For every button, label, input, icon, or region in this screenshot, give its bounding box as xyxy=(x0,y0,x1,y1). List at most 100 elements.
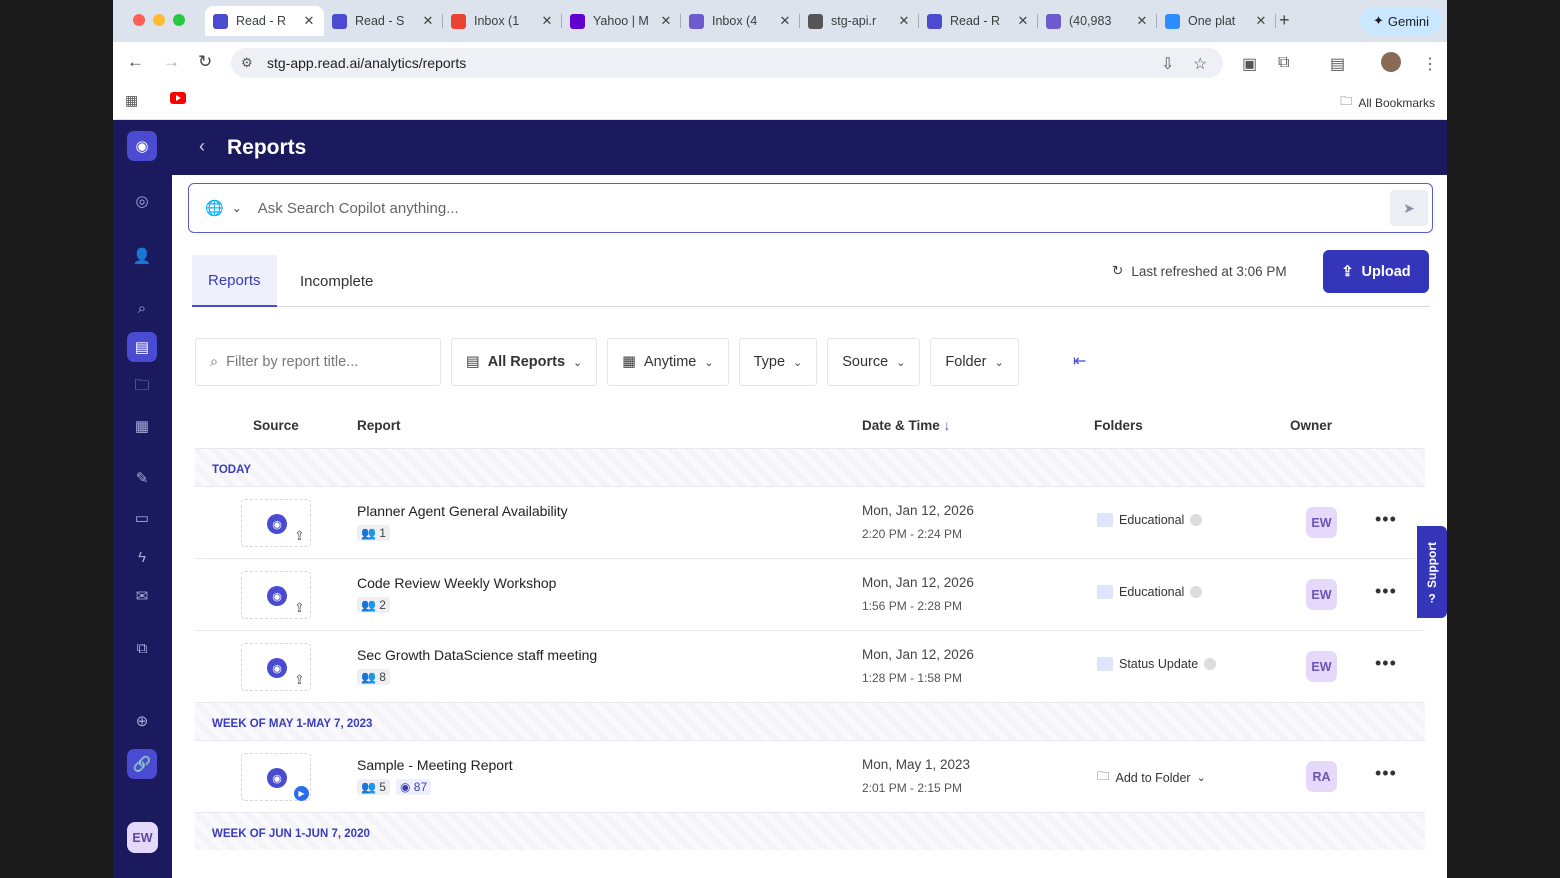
tab-title: Read - S xyxy=(355,14,405,28)
sidebar-chat-icon[interactable]: ▭ xyxy=(127,503,157,533)
close-window-button[interactable] xyxy=(133,14,145,26)
readai-logo-icon[interactable]: ◉ xyxy=(127,131,157,161)
youtube-icon[interactable] xyxy=(170,92,186,104)
copilot-input[interactable] xyxy=(257,199,1432,217)
sidebar-people-icon[interactable]: 👤 xyxy=(127,241,157,271)
close-tab-icon[interactable]: ✕ xyxy=(778,13,792,29)
user-avatar[interactable]: EW xyxy=(127,822,158,853)
close-tab-icon[interactable]: ✕ xyxy=(897,13,911,29)
reload-icon[interactable]: ↻ xyxy=(198,52,212,72)
browser-tab[interactable]: Inbox (4 ✕ xyxy=(681,6,800,36)
folder-tag[interactable]: Educational xyxy=(1097,585,1203,599)
report-title[interactable]: Sec Growth DataScience staff meeting xyxy=(357,647,597,663)
more-options-icon[interactable]: ••• xyxy=(1375,763,1397,784)
owner-avatar[interactable]: EW xyxy=(1306,579,1337,610)
close-tab-icon[interactable]: ✕ xyxy=(1254,13,1268,29)
table-row[interactable]: ◉ ⇪ Code Review Weekly Workshop 👥 2 Mon, Jan… xyxy=(195,558,1425,630)
globe-icon[interactable]: 🌐 xyxy=(205,199,224,217)
sidebar-edit-icon[interactable]: ✉ xyxy=(127,581,157,611)
browser-tab[interactable]: stg-api.r ✕ xyxy=(800,6,919,36)
filter-type[interactable]: Type ⌄ xyxy=(738,338,818,386)
report-title[interactable]: Code Review Weekly Workshop xyxy=(357,575,556,591)
upload-button[interactable]: ⇪ Upload xyxy=(1323,250,1429,293)
chevron-down-icon[interactable]: ⌄ xyxy=(232,201,242,215)
new-tab-button[interactable]: + xyxy=(1279,10,1290,31)
report-date: Mon, Jan 12, 2026 xyxy=(862,575,974,590)
sidebar-copy-icon[interactable]: ⧉ xyxy=(127,633,157,663)
close-tab-icon[interactable]: ✕ xyxy=(540,13,554,29)
browser-tab[interactable]: (40,983 ✕ xyxy=(1038,6,1157,36)
sidebar-search-icon[interactable]: ⌕ xyxy=(127,293,157,323)
site-info-icon[interactable]: ⚙ xyxy=(241,55,253,71)
zoom-window-button[interactable] xyxy=(173,14,185,26)
add-to-folder-button[interactable]: 🗀 Add to Folder ⌄ xyxy=(1097,767,1206,788)
bookmark-star-icon[interactable]: ☆ xyxy=(1193,54,1207,74)
more-options-icon[interactable]: ••• xyxy=(1375,509,1397,530)
tab-incomplete[interactable]: Incomplete xyxy=(284,255,389,307)
browser-tab[interactable]: One plat ✕ xyxy=(1157,6,1276,36)
table-row[interactable]: ◉ ⇪ Planner Agent General Availability 👥 1M… xyxy=(195,486,1425,558)
table-row[interactable]: ◉ ▶ Sample - Meeting Report 👥 5 ◉ 87 Mon, May… xyxy=(195,740,1425,812)
extension-a-icon[interactable]: ▣ xyxy=(1242,54,1257,74)
apps-grid-icon[interactable]: ▦ xyxy=(125,92,138,109)
sidebar-folder-icon[interactable]: 🗀 xyxy=(127,372,157,402)
report-title[interactable]: Planner Agent General Availability xyxy=(357,503,568,519)
table-row[interactable]: ◉ ⇪ Sec Growth DataScience staff meeting 👥 … xyxy=(195,630,1425,702)
profile-avatar[interactable] xyxy=(1381,52,1401,72)
mail-icon xyxy=(1046,13,1061,29)
sidebar-link-icon[interactable]: 🔗 xyxy=(127,749,157,779)
last-refreshed-text: Last refreshed at 3:06 PM xyxy=(1131,263,1287,279)
browser-tab[interactable]: Inbox (1 ✕ xyxy=(443,6,562,36)
filter-label: Source xyxy=(842,354,889,370)
close-tab-icon[interactable]: ✕ xyxy=(1016,13,1030,29)
address-bar[interactable]: ⚙ stg-app.read.ai/analytics/reports xyxy=(231,48,1223,78)
support-button[interactable]: ? Support xyxy=(1417,526,1447,618)
refresh-icon[interactable]: ↻ xyxy=(1112,263,1123,279)
browser-tab[interactable]: Read - R ✕ xyxy=(919,6,1038,36)
back-chevron-icon[interactable]: ‹ xyxy=(199,136,205,157)
filter-anytime[interactable]: ▦ Anytime ⌄ xyxy=(607,338,729,386)
browser-tab[interactable]: Yahoo | M ✕ xyxy=(562,6,681,36)
owner-avatar[interactable]: EW xyxy=(1306,507,1337,538)
reading-mode-icon[interactable]: ▤ xyxy=(1330,54,1345,74)
col-report[interactable]: Report xyxy=(357,418,401,433)
close-tab-icon[interactable]: ✕ xyxy=(1135,13,1149,29)
extensions-puzzle-icon[interactable]: ⧉ xyxy=(1278,54,1289,72)
install-app-icon[interactable]: ⇩ xyxy=(1161,54,1174,74)
browser-tab[interactable]: Read - S ✕ xyxy=(324,6,443,36)
close-tab-icon[interactable]: ✕ xyxy=(302,13,316,29)
report-title[interactable]: Sample - Meeting Report xyxy=(357,757,513,773)
sidebar-home-icon[interactable]: ◎ xyxy=(127,186,157,216)
col-owner[interactable]: Owner xyxy=(1290,418,1332,433)
close-tab-icon[interactable]: ✕ xyxy=(421,13,435,29)
send-icon[interactable]: ➤ xyxy=(1390,190,1428,226)
sidebar-bolt-icon[interactable]: ϟ xyxy=(127,542,157,572)
more-options-icon[interactable]: ••• xyxy=(1375,581,1397,602)
folder-tag[interactable]: Status Update xyxy=(1097,657,1217,671)
minimize-window-button[interactable] xyxy=(153,14,165,26)
gemini-button[interactable]: ✦ Gemini xyxy=(1360,7,1442,35)
more-options-icon[interactable]: ••• xyxy=(1375,653,1397,674)
collapse-filters-icon[interactable]: ⇤ xyxy=(1073,351,1086,371)
col-folders[interactable]: Folders xyxy=(1094,418,1143,433)
sidebar-pin-icon[interactable]: ✎ xyxy=(127,463,157,493)
browser-menu-icon[interactable]: ⋮ xyxy=(1422,54,1438,74)
browser-tab[interactable]: Read - R ✕ xyxy=(205,6,324,36)
owner-avatar[interactable]: EW xyxy=(1306,651,1337,682)
filter-title-input[interactable]: ⌕ Filter by report title... xyxy=(195,338,441,386)
col-source[interactable]: Source xyxy=(253,418,299,433)
back-arrow-icon[interactable]: ← xyxy=(127,52,144,72)
close-tab-icon[interactable]: ✕ xyxy=(659,13,673,29)
owner-avatar[interactable]: RA xyxy=(1306,761,1337,792)
all-bookmarks-button[interactable]: 🗀 All Bookmarks xyxy=(1340,92,1435,113)
filter-source[interactable]: Source ⌄ xyxy=(827,338,921,386)
filter-folder[interactable]: Folder ⌄ xyxy=(930,338,1019,386)
tab-reports[interactable]: Reports xyxy=(192,255,277,307)
folder-tag[interactable]: Educational xyxy=(1097,513,1203,527)
sidebar-add-icon[interactable]: ⊕ xyxy=(127,706,157,736)
sidebar-reports-icon[interactable]: ▤ xyxy=(127,332,157,362)
col-datetime[interactable]: Date & Time ↓ xyxy=(862,418,950,433)
filter-all-reports[interactable]: ▤ All Reports ⌄ xyxy=(451,338,598,386)
sidebar-calendar-icon[interactable]: ▦ xyxy=(127,411,157,441)
forward-arrow-icon[interactable]: → xyxy=(163,52,180,72)
